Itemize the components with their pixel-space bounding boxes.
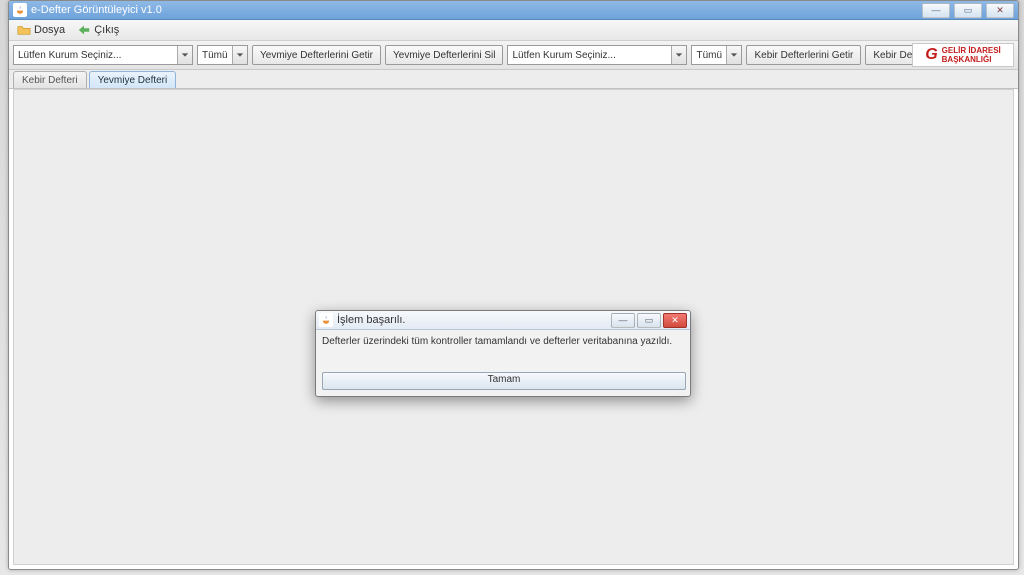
window-controls: — ▭ ✕: [922, 3, 1014, 18]
success-dialog: İşlem başarılı. — ▭ ✕ Defterler üzerinde…: [315, 310, 691, 397]
window-minimize-button[interactable]: —: [922, 3, 950, 18]
dialog-title: İşlem başarılı.: [337, 314, 405, 326]
window-close-button[interactable]: ✕: [986, 3, 1014, 18]
tabstrip: Kebir Defteri Yevmiye Defteri: [9, 70, 1018, 89]
combo-kurum-1[interactable]: Lütfen Kurum Seçiniz...: [13, 45, 193, 65]
combo-all-2-text: Tümü: [692, 50, 726, 61]
dialog-body: Defterler üzerindeki tüm kontroller tama…: [316, 330, 690, 368]
combo-all-1[interactable]: Tümü: [197, 45, 248, 65]
dialog-footer: Tamam: [316, 368, 690, 396]
dialog-minimize-button[interactable]: —: [611, 313, 635, 328]
toolbar: Lütfen Kurum Seçiniz... Tümü Yevmiye Def…: [9, 41, 1018, 70]
brand-line2: BAŞKANLIĞI: [942, 55, 1001, 64]
menu-file[interactable]: Dosya: [13, 22, 69, 38]
chevron-down-icon: [671, 46, 686, 64]
java-cup-icon: [319, 313, 333, 327]
btn-kebir-getir[interactable]: Kebir Defterlerini Getir: [746, 45, 861, 65]
dialog-controls: — ▭ ✕: [611, 313, 687, 328]
dialog-message: Defterler üzerindeki tüm kontroller tama…: [322, 336, 684, 366]
brand-line1: GELİR İDARESİ: [942, 46, 1001, 55]
tab-yevmiye[interactable]: Yevmiye Defteri: [89, 71, 177, 88]
dialog-ok-button[interactable]: Tamam: [322, 372, 686, 390]
exit-arrow-icon: [77, 23, 91, 37]
menu-exit-label: Çıkış: [94, 24, 119, 36]
dialog-maximize-button[interactable]: ▭: [637, 313, 661, 328]
menu-file-label: Dosya: [34, 24, 65, 36]
chevron-down-icon: [726, 46, 741, 64]
brand-logo: G GELİR İDARESİ BAŞKANLIĞI: [912, 43, 1014, 67]
combo-all-2[interactable]: Tümü: [691, 45, 742, 65]
chevron-down-icon: [232, 46, 247, 64]
dialog-titlebar[interactable]: İşlem başarılı. — ▭ ✕: [316, 311, 690, 330]
combo-kurum-2-text: Lütfen Kurum Seçiniz...: [508, 50, 671, 61]
combo-kurum-2[interactable]: Lütfen Kurum Seçiniz...: [507, 45, 687, 65]
folder-open-icon: [17, 23, 31, 37]
dialog-close-button[interactable]: ✕: [663, 313, 687, 328]
btn-yevmiye-sil[interactable]: Yevmiye Defterlerini Sil: [385, 45, 503, 65]
app-window: e-Defter Görüntüleyici v1.0 — ▭ ✕ Dosya …: [8, 0, 1019, 570]
menubar: Dosya Çıkış: [9, 20, 1018, 41]
java-cup-icon: [13, 3, 27, 17]
brand-mark-icon: G: [925, 47, 937, 63]
tab-kebir[interactable]: Kebir Defteri: [13, 71, 87, 88]
window-title: e-Defter Görüntüleyici v1.0: [31, 4, 162, 16]
menu-exit[interactable]: Çıkış: [73, 22, 123, 38]
window-maximize-button[interactable]: ▭: [954, 3, 982, 18]
combo-all-1-text: Tümü: [198, 50, 232, 61]
btn-yevmiye-getir[interactable]: Yevmiye Defterlerini Getir: [252, 45, 381, 65]
chevron-down-icon: [177, 46, 192, 64]
combo-kurum-1-text: Lütfen Kurum Seçiniz...: [14, 50, 177, 61]
window-titlebar[interactable]: e-Defter Görüntüleyici v1.0 — ▭ ✕: [9, 1, 1018, 20]
